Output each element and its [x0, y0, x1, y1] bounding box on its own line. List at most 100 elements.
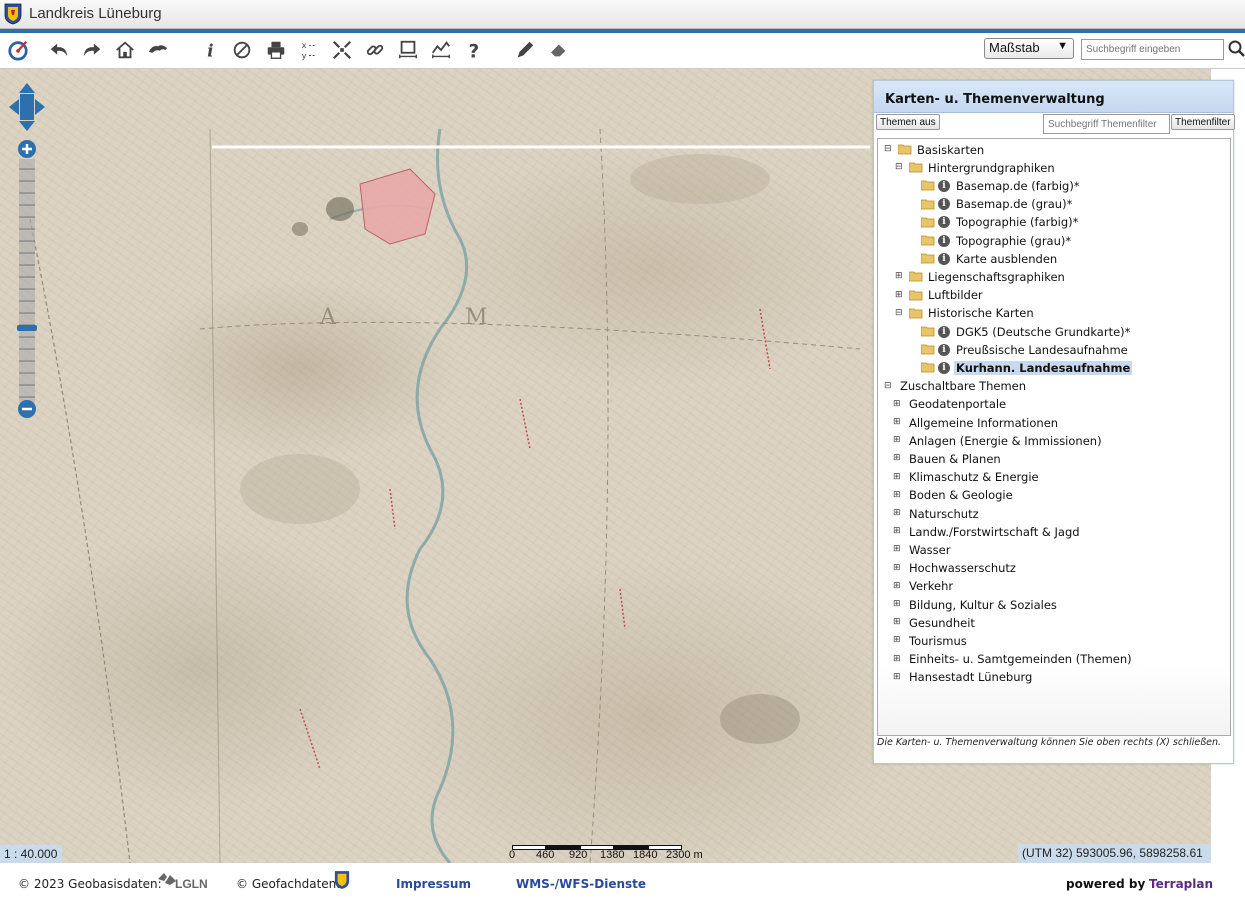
expand-icon[interactable]: ⊞: [895, 290, 903, 300]
fullextent-icon[interactable]: [327, 35, 357, 65]
expand-icon[interactable]: ⊞: [893, 526, 901, 536]
tree-item[interactable]: Einheits- u. Samtgemeinden (Themen): [907, 651, 1134, 668]
help-icon[interactable]: ?: [459, 35, 489, 65]
info-icon[interactable]: i: [938, 361, 950, 374]
expand-icon[interactable]: ⊞: [893, 399, 901, 409]
tree-item[interactable]: i DGK5 (Deutsche Grundkarte)*: [920, 323, 1132, 340]
tree-item[interactable]: i Preußsische Landesaufnahme: [920, 341, 1130, 358]
tree-item[interactable]: Geodatenportale: [907, 396, 1008, 413]
collapse-icon[interactable]: ⊟: [884, 381, 892, 391]
info-icon[interactable]: i: [938, 198, 950, 211]
expand-icon[interactable]: ⊞: [893, 435, 901, 445]
theme-filter-input[interactable]: [1043, 114, 1170, 134]
tree-item[interactable]: i Kurhann. Landesaufnahme: [920, 359, 1133, 376]
tree-item[interactable]: Bildung, Kultur & Soziales: [907, 596, 1059, 613]
expand-icon[interactable]: ⊞: [893, 544, 901, 554]
impressum-link[interactable]: Impressum: [396, 877, 471, 891]
coordinates-icon[interactable]: xy: [294, 35, 324, 65]
scale-select[interactable]: Maßstab ▼: [984, 38, 1074, 59]
footer: © 2023 Geobasisdaten: LGLN © Geofachdate…: [0, 863, 1245, 906]
scalebar: 0 460 920 1380 1840 2300 m: [508, 845, 718, 863]
tree-item[interactable]: Luftbilder: [908, 287, 985, 304]
folder-icon: [920, 362, 935, 373]
tree-item[interactable]: Anlagen (Energie & Immissionen): [907, 432, 1104, 449]
expand-icon[interactable]: ⊞: [893, 581, 901, 591]
tree-item-label: Historische Karten: [928, 306, 1034, 321]
tree-item[interactable]: Bauen & Planen: [907, 450, 1003, 467]
info-icon[interactable]: i: [938, 252, 950, 265]
info-icon[interactable]: i: [938, 179, 950, 192]
svg-text:A: A: [319, 305, 337, 330]
tree-item[interactable]: Naturschutz: [907, 505, 981, 522]
layer-panel: Karten- u. Themenverwaltung Themen aus T…: [873, 80, 1235, 764]
coordinate-readout: (UTM 32) 593005.96, 5898258.61: [1018, 844, 1211, 863]
tree-item[interactable]: i Topographie (grau)*: [920, 232, 1073, 249]
measure-area-icon[interactable]: [393, 35, 423, 65]
tree-item[interactable]: Landw./Forstwirtschaft & Jagd: [907, 523, 1082, 540]
home-icon[interactable]: [110, 35, 140, 65]
expand-icon[interactable]: ⊞: [893, 563, 901, 573]
tree-item[interactable]: Hochwasserschutz: [907, 560, 1018, 577]
logo-icon[interactable]: [3, 35, 33, 65]
tree-item[interactable]: i Basemap.de (grau)*: [920, 196, 1074, 213]
tree-item-label: Landw./Forstwirtschaft & Jagd: [909, 524, 1080, 539]
tree-item[interactable]: Tourismus: [907, 632, 969, 649]
tree-item[interactable]: Liegenschaftsgraphiken: [908, 268, 1067, 285]
collapse-icon[interactable]: ⊟: [895, 308, 903, 318]
wms-wfs-link[interactable]: WMS-/WFS-Dienste: [516, 877, 646, 891]
info-icon[interactable]: i: [938, 343, 950, 356]
redo-icon[interactable]: [77, 35, 107, 65]
title-bar: Landkreis Lüneburg: [0, 0, 1245, 29]
tree-item[interactable]: Wasser: [907, 541, 952, 558]
tree-item[interactable]: Hintergrundgraphiken: [908, 159, 1057, 176]
collapse-icon[interactable]: ⊟: [884, 144, 892, 154]
expand-icon[interactable]: ⊞: [893, 672, 901, 682]
tree-item-label: Klimaschutz & Energie: [909, 470, 1039, 485]
undo-icon[interactable]: [44, 35, 74, 65]
measure-profile-icon[interactable]: [426, 35, 456, 65]
terraplan-link[interactable]: Terraplan: [1149, 877, 1213, 891]
tree-item[interactable]: Allgemeine Informationen: [907, 414, 1060, 431]
pan-icon[interactable]: [143, 35, 173, 65]
tree-item[interactable]: i Basemap.de (farbig)*: [920, 177, 1082, 194]
collapse-icon[interactable]: ⊟: [895, 162, 903, 172]
tree-item[interactable]: Klimaschutz & Energie: [907, 469, 1041, 486]
tree-item[interactable]: Hansestadt Lüneburg: [907, 669, 1034, 686]
erase-icon[interactable]: [543, 35, 573, 65]
tree-item-label: Hansestadt Lüneburg: [909, 670, 1033, 685]
print-icon[interactable]: [261, 35, 291, 65]
info-icon[interactable]: i: [195, 35, 225, 65]
pan-control[interactable]: [8, 81, 46, 133]
tree-item[interactable]: Boden & Geologie: [907, 487, 1015, 504]
expand-icon[interactable]: ⊞: [893, 654, 901, 664]
expand-icon[interactable]: ⊞: [893, 508, 901, 518]
tree-item[interactable]: Zuschaltbare Themen: [898, 378, 1028, 395]
tree-item[interactable]: Verkehr: [907, 578, 955, 595]
expand-icon[interactable]: ⊞: [895, 271, 903, 281]
themes-off-button[interactable]: Themen aus: [876, 114, 940, 130]
info-icon[interactable]: i: [938, 325, 950, 338]
tree-item-label: Liegenschaftsgraphiken: [928, 269, 1065, 284]
draw-icon[interactable]: [510, 35, 540, 65]
tree-item[interactable]: i Karte ausblenden: [920, 250, 1059, 267]
expand-icon[interactable]: ⊞: [893, 490, 901, 500]
link-icon[interactable]: [360, 35, 390, 65]
expand-icon[interactable]: ⊞: [893, 617, 901, 627]
clear-icon[interactable]: [227, 35, 257, 65]
tree-item[interactable]: Gesundheit: [907, 614, 977, 631]
tree-item-label: Karte ausblenden: [956, 251, 1058, 266]
expand-icon[interactable]: ⊞: [893, 472, 901, 482]
search-icon[interactable]: [1227, 39, 1245, 59]
tree-item[interactable]: i Topographie (farbig)*: [920, 214, 1080, 231]
search-input[interactable]: [1081, 39, 1224, 60]
zoom-slider[interactable]: [15, 139, 39, 419]
expand-icon[interactable]: ⊞: [893, 453, 901, 463]
expand-icon[interactable]: ⊞: [893, 417, 901, 427]
tree-item[interactable]: Basiskarten: [897, 141, 986, 158]
tree-item[interactable]: Historische Karten: [908, 305, 1036, 322]
theme-filter-button[interactable]: Themenfilter: [1171, 114, 1235, 130]
expand-icon[interactable]: ⊞: [893, 599, 901, 609]
info-icon[interactable]: i: [938, 216, 950, 229]
info-icon[interactable]: i: [938, 234, 950, 247]
expand-icon[interactable]: ⊞: [893, 635, 901, 645]
